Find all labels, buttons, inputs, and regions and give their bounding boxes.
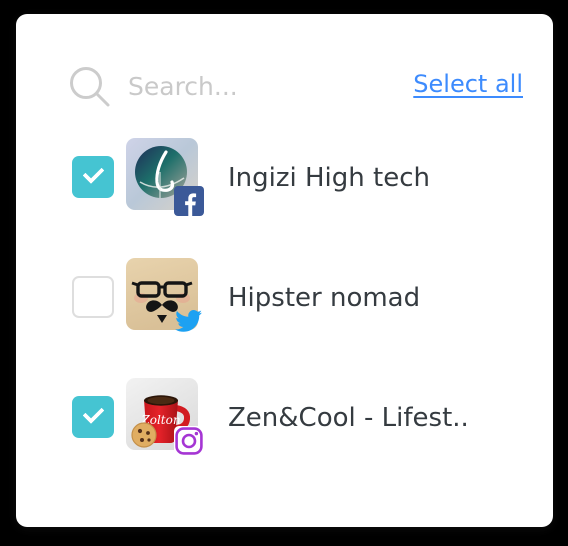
list-item[interactable]: Hipster nomad [16, 250, 553, 370]
account-name: Zen&Cool - Lifest.. [228, 370, 469, 466]
account-checkbox[interactable] [72, 156, 114, 198]
facebook-badge-icon [174, 186, 204, 216]
account-name: Ingizi High tech [228, 130, 430, 226]
search-icon [68, 66, 112, 110]
search-row: Select all [16, 58, 553, 114]
search-input[interactable] [128, 64, 378, 108]
list-item[interactable]: Ingizi High tech [16, 130, 553, 250]
account-checkbox[interactable] [72, 396, 114, 438]
account-name: Hipster nomad [228, 250, 420, 346]
account-checkbox[interactable] [72, 276, 114, 318]
list-item[interactable]: Zolton Zen&Cool - Lifes [16, 370, 553, 490]
account-list: Ingizi High tech [16, 130, 553, 490]
twitter-badge-icon [174, 306, 204, 336]
account-selector-card: Select all [16, 14, 553, 527]
instagram-badge-icon [174, 426, 204, 456]
select-all-link[interactable]: Select all [413, 70, 523, 98]
